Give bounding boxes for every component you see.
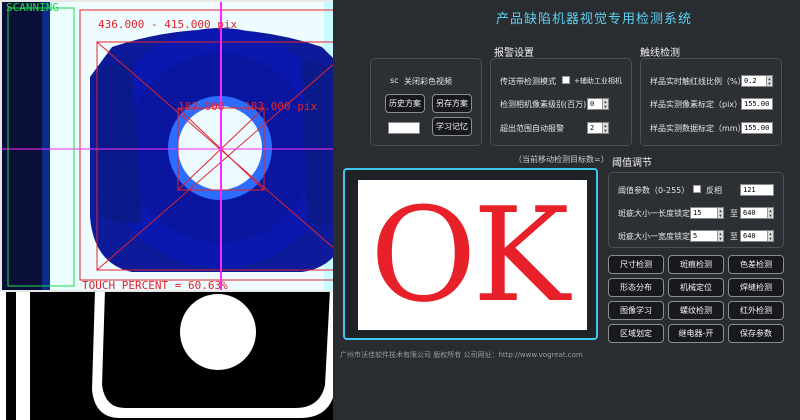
mm-calibration-value: 155.00 <box>744 124 770 132</box>
to-label: 至 <box>730 209 738 218</box>
length-max-field[interactable]: 640 ▲ ▼ <box>740 207 774 219</box>
save-params-button[interactable]: 保存参数 <box>728 324 784 343</box>
threshold-section-title: 阈值调节 <box>612 158 652 169</box>
outer-coords-label: 436.000 - 415.000 pix <box>98 18 238 31</box>
auto-alarm-value: 2 <box>590 124 595 132</box>
truncated-label: sc <box>390 76 399 85</box>
pixel-calibration-value: 155.00 <box>744 100 770 108</box>
trigger-ratio-value: 0.2 <box>744 77 757 85</box>
threshold-param-value: 121 <box>743 186 756 194</box>
result-display: OK <box>343 168 598 340</box>
aux-camera-label: +辅助工业相机 <box>574 77 622 85</box>
trigger-ratio-field[interactable]: 0.2 ▲ ▼ <box>741 75 773 87</box>
pixel-calibration-field[interactable]: 155.00 <box>741 98 773 110</box>
spinner-icon[interactable]: ▲ ▼ <box>767 231 773 241</box>
spinner-icon[interactable]: ▲ ▼ <box>602 123 608 133</box>
learn-memory-button[interactable]: 学习记忆 <box>432 117 472 136</box>
scanning-label: SCANNING <box>6 1 59 14</box>
alarm-section-title: 报警设置 <box>494 48 534 59</box>
width-max-value: 640 <box>743 232 756 240</box>
thread-detect-button[interactable]: 螺纹检测 <box>668 301 724 320</box>
threshold-param-label: 阈值参数（0-255） <box>618 186 690 195</box>
length-max-value: 640 <box>743 209 756 217</box>
relay-toggle-button[interactable]: 继电器-开 <box>668 324 724 343</box>
spinner-icon[interactable]: ▲ ▼ <box>717 231 723 241</box>
camera-view: SCANNING 436.000 - 415.000 pix 183.000 -… <box>0 0 388 292</box>
camera-image <box>2 2 386 290</box>
conveyor-mode-checkbox[interactable] <box>562 76 570 84</box>
scheme-name-input[interactable] <box>388 122 420 134</box>
auto-alarm-field[interactable]: 2 ▲ ▼ <box>587 122 609 134</box>
close-video-label: 关闭彩色视频 <box>404 77 452 86</box>
length-min-value: 15 <box>693 209 702 217</box>
length-lock-label: 斑疵大小一长度锁定 <box>618 209 690 218</box>
result-screen: OK <box>358 180 587 330</box>
shape-distribution-button[interactable]: 形态分布 <box>608 278 664 297</box>
inner-coords-label: 183.000 - 183.000 pix <box>178 100 318 113</box>
camera-pixels-label: 检测相机像素级别(百万) <box>500 100 587 109</box>
invert-checkbox[interactable] <box>693 185 701 193</box>
width-max-field[interactable]: 640 ▲ ▼ <box>740 230 774 242</box>
result-text: OK <box>370 180 570 330</box>
camera-pixels-value: 0 <box>590 100 595 108</box>
threshold-param-field[interactable]: 121 <box>740 184 774 196</box>
spot-detect-button[interactable]: 斑痕检测 <box>668 255 724 274</box>
footer-copyright: 广州市沃佳软件技术有限公司 版权所有 公司网址：http://www.vogre… <box>340 351 583 359</box>
trigger-section-title: 触线检测 <box>640 48 680 59</box>
width-lock-label: 斑疵大小一宽度锁定 <box>618 232 690 241</box>
pixel-calibration-label: 样品实测像素标定（pix） <box>650 100 743 109</box>
save-as-scheme-button[interactable]: 另存方案 <box>432 94 472 113</box>
length-min-field[interactable]: 15 ▲ ▼ <box>690 207 724 219</box>
infrared-detect-button[interactable]: 红外检测 <box>728 301 784 320</box>
mm-calibration-field[interactable]: 155.00 <box>741 122 773 134</box>
trigger-ratio-label: 样品实时触红线比例（%） <box>650 77 746 86</box>
mm-calibration-label: 样品实测数据标定（mm） <box>650 124 746 133</box>
history-scheme-button[interactable]: 历史方案 <box>385 94 425 113</box>
width-min-field[interactable]: 5 ▲ ▼ <box>690 230 724 242</box>
mechanical-positioning-button[interactable]: 机械定位 <box>668 278 724 297</box>
to-label: 至 <box>730 232 738 241</box>
size-detect-button[interactable]: 尺寸检测 <box>608 255 664 274</box>
camera-pixels-field[interactable]: 0 ▲ ▼ <box>587 98 609 110</box>
auto-alarm-label: 超出范围自动报警 <box>500 124 564 133</box>
width-min-value: 5 <box>693 232 698 240</box>
touch-percent-label: TOUCH PERCENT = 60.63% <box>82 279 228 292</box>
invert-label: 反相 <box>706 186 722 195</box>
target-count-hint: （当前移动检测目标数=） <box>514 155 609 164</box>
color-diff-detect-button[interactable]: 色差检测 <box>728 255 784 274</box>
spinner-icon[interactable]: ▲ ▼ <box>717 208 723 218</box>
binary-image-view <box>0 290 388 420</box>
spinner-icon[interactable]: ▲ ▼ <box>602 99 608 109</box>
image-learning-button[interactable]: 图像学习 <box>608 301 664 320</box>
spinner-icon[interactable]: ▲ ▼ <box>767 208 773 218</box>
app-title: 产品缺陷机器视觉专用检测系统 <box>495 12 692 27</box>
binary-image <box>0 290 388 420</box>
conveyor-mode-label: 传送带检测模式 <box>500 77 556 86</box>
region-define-button[interactable]: 区域划定 <box>608 324 664 343</box>
weld-detect-button[interactable]: 焊缝检测 <box>728 278 784 297</box>
spinner-icon[interactable]: ▲ ▼ <box>766 76 772 86</box>
